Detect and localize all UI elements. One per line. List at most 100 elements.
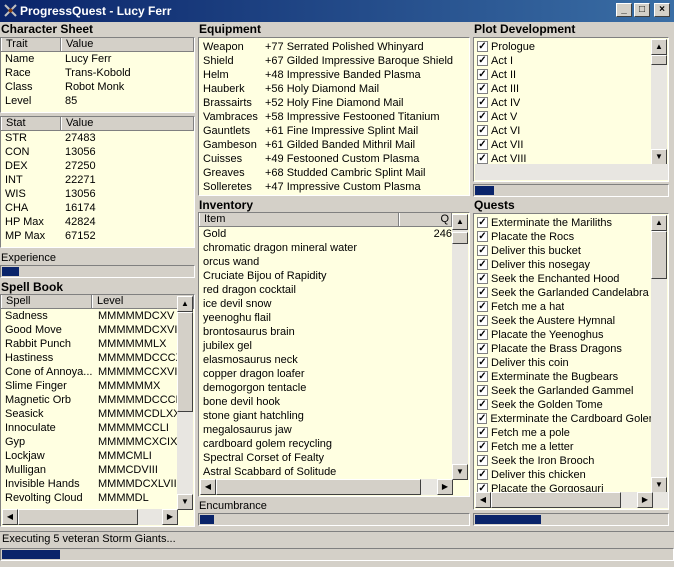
quest-item[interactable]: ✓ Deliver this nosegay — [474, 258, 652, 272]
scroll-left-icon[interactable]: ◀ — [200, 479, 216, 495]
plot-act-item[interactable]: ✓ Act VI — [474, 124, 652, 138]
quest-item[interactable]: ✓ Deliver this coin — [474, 356, 652, 370]
list-item[interactable]: Shield +67 Gilded Impressive Baroque Shie… — [199, 54, 469, 68]
inventory-item[interactable]: Cruciate Bijou of Rapidity — [199, 269, 452, 283]
checkbox-icon[interactable]: ✓ — [477, 83, 488, 94]
list-item[interactable]: Cone of Annoya... MMMMMCCXVIII — [1, 365, 178, 379]
quest-item[interactable]: ✓ Seek the Iron Brooch — [474, 454, 652, 468]
quest-item[interactable]: ✓ Deliver this bucket — [474, 244, 652, 258]
title-bar[interactable]: ProgressQuest - Lucy Ferr _ □ × — [0, 0, 674, 22]
scroll-up-icon[interactable]: ▲ — [177, 296, 193, 312]
scroll-thumb[interactable] — [18, 509, 138, 525]
scroll-thumb[interactable] — [491, 492, 621, 508]
quest-item[interactable]: ✓ Exterminate the Bugbears — [474, 370, 652, 384]
quest-item[interactable]: ✓ Seek the Garlanded Candelabra — [474, 286, 652, 300]
checkbox-icon[interactable]: ✓ — [477, 427, 488, 438]
list-item[interactable]: Greaves +68 Studded Cambric Splint Mail — [199, 166, 469, 180]
plot-act-item[interactable]: ✓ Act III — [474, 82, 652, 96]
checkbox-icon[interactable]: ✓ — [477, 455, 488, 466]
quest-item[interactable]: ✓ Placate the Brass Dragons — [474, 342, 652, 356]
list-item[interactable]: Brassairts +52 Holy Fine Diamond Mail — [199, 96, 469, 110]
list-item[interactable]: Gauntlets +61 Fine Impressive Splint Mail — [199, 124, 469, 138]
checkbox-icon[interactable]: ✓ — [477, 97, 488, 108]
list-item[interactable]: Helm +48 Impressive Banded Plasma — [199, 68, 469, 82]
list-item[interactable]: Weapon +77 Serrated Polished Whinyard — [199, 40, 469, 54]
quest-item[interactable]: ✓ Exterminate the Mariliths — [474, 216, 652, 230]
list-item[interactable]: Revolting Cloud MMMMDL — [1, 491, 178, 505]
inventory-item[interactable]: brontosaurus brain — [199, 325, 452, 339]
list-item[interactable]: Rabbit Punch MMMMMMLX — [1, 337, 178, 351]
trait-header[interactable]: Trait — [1, 38, 61, 51]
quest-item[interactable]: ✓ Placate the Rocs — [474, 230, 652, 244]
inventory-item[interactable]: jubilex gel — [199, 339, 452, 353]
checkbox-icon[interactable]: ✓ — [477, 441, 488, 452]
scroll-thumb[interactable] — [452, 232, 468, 244]
scroll-right-icon[interactable]: ▶ — [162, 509, 178, 525]
list-item[interactable]: Level 85 — [1, 94, 194, 108]
plot-act-item[interactable]: ✓ Prologue — [474, 40, 652, 54]
inventory-list[interactable]: Item Q Gold 246 chromatic dragon mineral w… — [198, 212, 470, 497]
checkbox-icon[interactable]: ✓ — [477, 469, 488, 480]
inventory-item[interactable]: elasmosaurus neck — [199, 353, 452, 367]
spell-header[interactable]: Spell — [1, 295, 92, 308]
stats-list[interactable]: Stat Value STR 27483 CON 13056 DEX 27250 INT 22… — [0, 116, 195, 248]
plot-act-item[interactable]: ✓ Act IV — [474, 96, 652, 110]
inventory-item[interactable]: cardboard golem recycling — [199, 437, 452, 451]
checkbox-icon[interactable]: ✓ — [477, 231, 488, 242]
scroll-left-icon[interactable]: ◀ — [475, 492, 491, 508]
list-item[interactable]: Innoculate MMMMMCCLI — [1, 421, 178, 435]
list-item[interactable]: HP Max 42824 — [1, 215, 194, 229]
checkbox-icon[interactable]: ✓ — [477, 55, 488, 66]
checkbox-icon[interactable]: ✓ — [477, 111, 488, 122]
quest-list[interactable]: ✓ Exterminate the Mariliths ✓ Placate the R… — [473, 213, 669, 510]
list-item[interactable]: Gambeson +61 Gilded Banded Mithril Mail — [199, 138, 469, 152]
inventory-item[interactable]: red dragon cocktail — [199, 283, 452, 297]
scroll-right-icon[interactable]: ▶ — [437, 479, 453, 495]
checkbox-icon[interactable]: ✓ — [477, 329, 488, 340]
checkbox-icon[interactable]: ✓ — [477, 217, 488, 228]
quest-hscroll[interactable]: ◀ ▶ — [475, 492, 668, 508]
checkbox-icon[interactable]: ✓ — [477, 139, 488, 150]
list-item[interactable]: Class Robot Monk — [1, 80, 194, 94]
list-item[interactable]: Seasick MMMMMCDLXX — [1, 407, 178, 421]
list-item[interactable]: Magnetic Orb MMMMMDCCCLXX — [1, 393, 178, 407]
scroll-down-icon[interactable]: ▼ — [651, 477, 667, 493]
plot-act-item[interactable]: ✓ Act I — [474, 54, 652, 68]
checkbox-icon[interactable]: ✓ — [477, 343, 488, 354]
stat-value-header[interactable]: Value — [61, 117, 194, 130]
checkbox-icon[interactable]: ✓ — [477, 41, 488, 52]
scroll-right-icon[interactable]: ▶ — [637, 492, 653, 508]
list-item[interactable]: Race Trans-Kobold — [1, 66, 194, 80]
checkbox-icon[interactable]: ✓ — [477, 385, 488, 396]
trait-value-header[interactable]: Value — [61, 38, 194, 51]
scroll-thumb[interactable] — [651, 55, 667, 65]
inventory-hscroll[interactable]: ◀ ▶ — [200, 479, 453, 495]
checkbox-icon[interactable]: ✓ — [477, 287, 488, 298]
spell-list[interactable]: Spell Level Sadness MMMMMDCXV Good Move MMM… — [0, 294, 195, 527]
quest-item[interactable]: ✓ Exterminate the Cardboard Golems — [474, 412, 652, 426]
list-item[interactable]: Hauberk +56 Holy Diamond Mail — [199, 82, 469, 96]
checkbox-icon[interactable]: ✓ — [477, 371, 488, 382]
quest-item[interactable]: ✓ Fetch me a letter — [474, 440, 652, 454]
list-item[interactable]: WIS 13056 — [1, 187, 194, 201]
quest-item[interactable]: ✓ Seek the Enchanted Hood — [474, 272, 652, 286]
checkbox-icon[interactable]: ✓ — [477, 245, 488, 256]
plot-act-item[interactable]: ✓ Act VII — [474, 138, 652, 152]
plot-list[interactable]: ✓ Prologue ✓ Act I ✓ Act II ✓ Act III ✓ Act IV ✓ Ac… — [473, 37, 669, 182]
checkbox-icon[interactable]: ✓ — [477, 301, 488, 312]
scroll-down-icon[interactable]: ▼ — [651, 149, 667, 165]
scroll-thumb[interactable] — [651, 231, 667, 279]
stat-header[interactable]: Stat — [1, 117, 61, 130]
checkbox-icon[interactable]: ✓ — [477, 413, 488, 424]
plot-act-item[interactable]: ✓ Act II — [474, 68, 652, 82]
list-item[interactable]: STR 27483 — [1, 131, 194, 145]
checkbox-icon[interactable]: ✓ — [477, 259, 488, 270]
scroll-up-icon[interactable]: ▲ — [452, 214, 468, 230]
inventory-item[interactable]: chromatic dragon mineral water — [199, 241, 452, 255]
list-item[interactable]: Solleretes +47 Impressive Custom Plasma — [199, 180, 469, 194]
inventory-item[interactable]: copper dragon loafer — [199, 367, 452, 381]
quest-item[interactable]: ✓ Placate the Yeenoghus — [474, 328, 652, 342]
list-item[interactable]: MP Max 67152 — [1, 229, 194, 243]
list-item[interactable]: Cuisses +49 Festooned Custom Plasma — [199, 152, 469, 166]
list-item[interactable]: Vambraces +58 Impressive Festooned Titani… — [199, 110, 469, 124]
